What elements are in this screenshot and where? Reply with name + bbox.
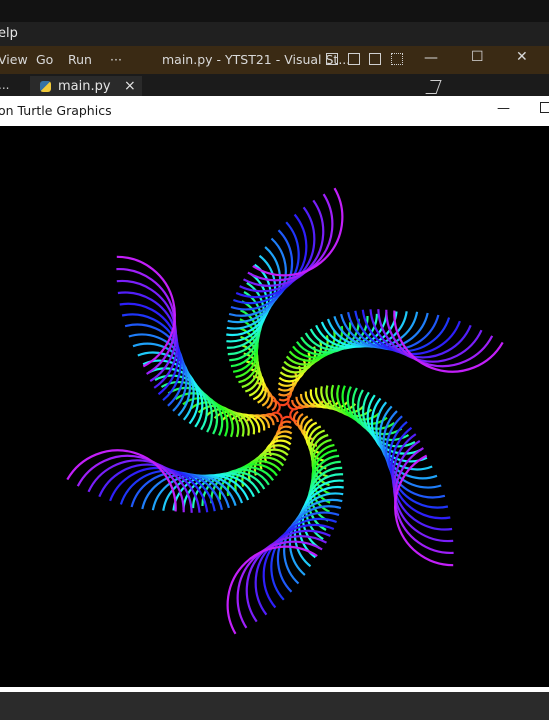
toggle-primary-sidebar-icon[interactable] bbox=[326, 53, 338, 65]
spirograph-drawing bbox=[66, 187, 504, 635]
vscode-menu-bar: elp bbox=[0, 22, 549, 46]
minimize-icon[interactable]: — bbox=[424, 50, 438, 66]
maximize-icon[interactable]: ☐ bbox=[471, 49, 484, 65]
customize-layout-icon[interactable] bbox=[391, 53, 403, 65]
spiro-arc bbox=[236, 540, 323, 629]
turtle-minimize-icon[interactable]: — bbox=[497, 101, 510, 116]
run-icon[interactable] bbox=[425, 80, 442, 94]
close-icon[interactable]: ✕ bbox=[516, 49, 528, 65]
spiro-arc bbox=[245, 535, 328, 623]
screen-top-strip bbox=[0, 0, 549, 22]
menu-run[interactable]: Run bbox=[68, 52, 92, 67]
turtle-window-title: on Turtle Graphics bbox=[0, 103, 112, 118]
python-file-icon bbox=[40, 81, 51, 92]
toggle-secondary-sidebar-icon[interactable] bbox=[369, 53, 381, 65]
tab-label: main.py bbox=[58, 79, 111, 94]
turtle-canvas bbox=[0, 126, 549, 687]
truncated-tab[interactable]: ... bbox=[0, 78, 9, 92]
menu-go[interactable]: Go bbox=[36, 52, 53, 67]
spiro-arc bbox=[242, 199, 325, 287]
turtle-maximize-icon[interactable] bbox=[540, 102, 549, 113]
spiro-arc bbox=[254, 529, 331, 616]
spiro-arc bbox=[247, 193, 334, 282]
vscode-title-bar: View Go Run ··· main.py - YTST21 - Visua… bbox=[0, 46, 549, 74]
taskbar-strip bbox=[0, 692, 549, 720]
toggle-panel-icon[interactable] bbox=[348, 53, 360, 65]
menu-view[interactable]: View bbox=[0, 52, 28, 67]
turtle-graphics-window: on Turtle Graphics — bbox=[0, 96, 549, 692]
window-title: main.py - YTST21 - Visual St... bbox=[162, 52, 351, 67]
tab-close-icon[interactable]: × bbox=[124, 78, 136, 94]
menu-help[interactable]: elp bbox=[0, 26, 18, 41]
spiro-arc bbox=[239, 206, 316, 293]
turtle-title-bar: on Turtle Graphics — bbox=[0, 96, 549, 126]
menu-more[interactable]: ··· bbox=[110, 52, 122, 67]
